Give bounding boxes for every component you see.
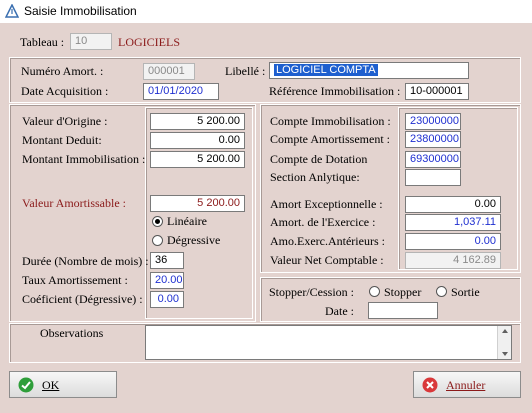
cession-date-field[interactable] (368, 302, 438, 319)
libelle-label: Libellé : (225, 64, 266, 78)
title-bar: Saisie Immobilisation (0, 0, 532, 23)
numero-label: Numéro Amort. : (21, 64, 104, 78)
sortie-label: Sortie (451, 285, 480, 299)
immob-amount-field[interactable]: 5 200.00 (150, 151, 245, 168)
amort-exercice-field[interactable]: 1,037.11 (405, 214, 501, 231)
amort-except-field[interactable]: 0.00 (405, 196, 501, 213)
degressive-radio[interactable] (152, 235, 163, 246)
cancel-icon (422, 377, 438, 393)
app-icon (5, 4, 19, 18)
reference-label: Référence Immobilisation : (269, 84, 401, 98)
deduit-label: Montant Deduit: (22, 133, 102, 147)
taux-field[interactable]: 20.00 (150, 272, 184, 289)
amort-anterieurs-field[interactable]: 0.00 (405, 233, 501, 250)
lineaire-label: Linéaire (167, 214, 207, 228)
origine-field[interactable]: 5 200.00 (150, 113, 245, 130)
observations-textarea[interactable] (145, 325, 512, 360)
stopper-radio[interactable] (369, 286, 380, 297)
observations-scrollbar[interactable] (497, 326, 511, 359)
compte-amort-label: Compte Amortissement : (270, 132, 390, 146)
tableau-name: LOGICIELS (118, 35, 180, 49)
compte-dotation-field[interactable]: 69300000 (405, 151, 461, 168)
check-icon (18, 377, 34, 393)
scroll-up-icon[interactable] (501, 328, 509, 334)
duree-field[interactable]: 36 (150, 252, 184, 269)
amort-except-label: Amort Exceptionnelle : (270, 197, 383, 211)
cession-date-label: Date : (325, 304, 354, 318)
annuler-button[interactable]: Annuler (413, 371, 521, 398)
vnc-label: Valeur Net Comptable : (270, 253, 384, 267)
deduit-field[interactable]: 0.00 (150, 132, 245, 149)
ok-button-label: OK (42, 378, 60, 392)
lineaire-radio[interactable] (152, 216, 163, 227)
libelle-field[interactable]: LOGICIEL COMPTA (269, 62, 469, 79)
compte-immob-label: Compte Immobilisation : (270, 114, 391, 128)
duree-label: Durée (Nombre de mois) : (22, 254, 149, 268)
origine-label: Valeur d'Origine : (22, 114, 108, 128)
compte-amort-field[interactable]: 23800000 (405, 131, 461, 148)
coef-field[interactable]: 0.00 (150, 291, 184, 308)
compte-dotation-label: Compte de Dotation (270, 152, 368, 166)
amortissable-field[interactable]: 5 200.00 (150, 195, 245, 212)
coef-label: Coéficient (Dégressive) : (22, 292, 143, 306)
section-field[interactable] (405, 169, 461, 186)
section-label: Section Anlytique: (270, 170, 360, 184)
amort-exercice-label: Amort. de l'Exercice : (270, 215, 376, 229)
window: Saisie Immobilisation Tableau : 10 LOGIC… (0, 0, 532, 413)
compte-immob-field[interactable]: 23000000 (405, 113, 461, 130)
reference-field[interactable]: 10-000001 (405, 83, 469, 100)
sortie-radio[interactable] (436, 286, 447, 297)
observations-label: Observations (40, 326, 104, 340)
scroll-down-icon[interactable] (501, 351, 509, 357)
stopper-label: Stopper (384, 285, 422, 299)
immob-amount-label: Montant Immobilisation : (22, 152, 146, 166)
libelle-value: LOGICIEL COMPTA (274, 64, 378, 76)
amortissable-label: Valeur Amortissable : (22, 196, 126, 210)
cession-label: Stopper/Cession : (269, 285, 355, 299)
annuler-button-label: Annuler (446, 378, 486, 392)
tableau-field[interactable]: 10 (70, 33, 112, 50)
window-title: Saisie Immobilisation (24, 4, 137, 18)
amort-anterieurs-label: Amo.Exerc.Antérieurs : (270, 234, 385, 248)
tableau-label: Tableau : (20, 35, 65, 49)
taux-label: Taux Amortissement : (22, 273, 128, 287)
vnc-field[interactable]: 4 162.89 (405, 252, 501, 269)
ok-button[interactable]: OK (9, 371, 117, 398)
date-acquisition-label: Date Acquisition : (21, 84, 109, 98)
numero-field[interactable]: 000001 (143, 63, 195, 80)
date-acquisition-field[interactable]: 01/01/2020 (143, 83, 219, 100)
degressive-label: Dégressive (167, 233, 221, 247)
